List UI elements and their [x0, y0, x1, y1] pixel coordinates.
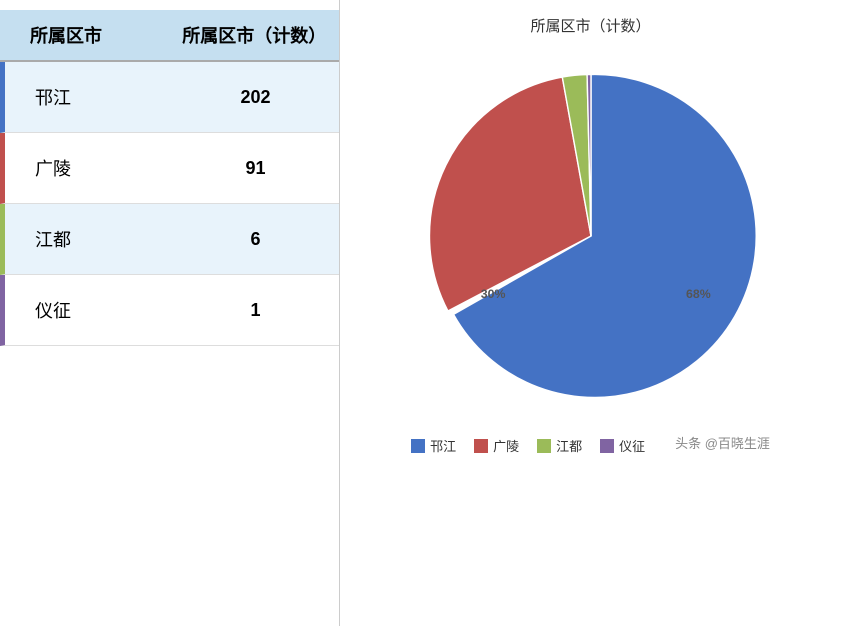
- legend-color-yizheng: [600, 439, 614, 453]
- count-4: 1: [182, 300, 329, 321]
- chart-title: 所属区市（计数）: [530, 15, 650, 36]
- table-row: 江都 6: [0, 204, 339, 275]
- district-name-4: 仪征: [15, 297, 182, 323]
- col-count-header: 所属区市（计数）: [180, 22, 330, 48]
- district-name-1: 邗江: [15, 84, 182, 110]
- count-2: 91: [182, 158, 329, 179]
- district-name-2: 广陵: [15, 155, 182, 181]
- legend-yizheng: 仪征: [600, 436, 645, 455]
- legend-label-hanjiang: 邗江: [430, 436, 456, 455]
- chart-legend: 邗江 广陵 江都 仪征: [411, 436, 645, 455]
- district-name-3: 江都: [15, 226, 182, 252]
- pie-chart-svg: 30% 68%: [401, 46, 781, 426]
- table-header: 所属区市 所属区市（计数）: [0, 10, 339, 62]
- pct-label-hanjiang: 68%: [686, 287, 711, 301]
- legend-color-jiangdu: [537, 439, 551, 453]
- table-row: 广陵 91: [0, 133, 339, 204]
- chart-section: 所属区市（计数）: [340, 0, 841, 626]
- row-jiangdu: 江都 6: [5, 204, 339, 274]
- data-table: 所属区市 所属区市（计数） 邗江 202 广陵 91 江都 6 仪征 1: [0, 0, 340, 626]
- legend-jiangdu: 江都: [537, 436, 582, 455]
- count-3: 6: [182, 229, 329, 250]
- row-guangling: 广陵 91: [5, 133, 339, 203]
- col-district-header: 所属区市: [10, 22, 180, 48]
- count-1: 202: [182, 87, 329, 108]
- legend-color-guangling: [474, 439, 488, 453]
- legend-guangling: 广陵: [474, 436, 519, 455]
- legend-color-hanjiang: [411, 439, 425, 453]
- watermark-text: 头条 @百晓生涯: [675, 433, 770, 452]
- row-yizheng: 仪征 1: [5, 275, 339, 345]
- table-row: 仪征 1: [0, 275, 339, 346]
- legend-label-yizheng: 仪征: [619, 436, 645, 455]
- pct-label-guangling: 30%: [480, 287, 505, 301]
- legend-label-jiangdu: 江都: [556, 436, 582, 455]
- pie-chart-container: 30% 68%: [401, 46, 781, 426]
- legend-row: 邗江 广陵 江都 仪征 头条 @百晓生涯: [411, 430, 770, 455]
- table-row: 邗江 202: [0, 62, 339, 133]
- legend-hanjiang: 邗江: [411, 436, 456, 455]
- legend-label-guangling: 广陵: [493, 436, 519, 455]
- row-hanjiang: 邗江 202: [5, 62, 339, 132]
